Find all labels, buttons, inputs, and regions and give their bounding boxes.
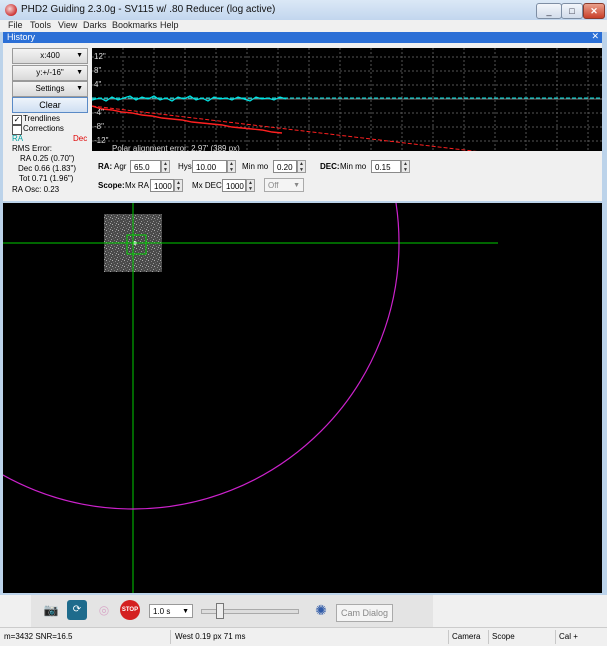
x-scale-label: x:400 bbox=[40, 51, 60, 60]
exposure-value: 1.0 s bbox=[153, 607, 171, 616]
max-dec-duration-input[interactable]: 1000 bbox=[222, 179, 246, 192]
ra-min-move-input[interactable]: 0.20 bbox=[273, 160, 297, 173]
dec-min-move-spinner[interactable]: ▲ ▼ bbox=[401, 160, 410, 173]
status-divider bbox=[488, 630, 489, 644]
corrections-label: Corrections bbox=[23, 124, 64, 133]
status-divider bbox=[555, 630, 556, 644]
status-bar: m=3432 SNR=16.5 West 0.19 px 71 ms Camer… bbox=[0, 627, 607, 646]
rms-total-value: Tot 0.71 (1.96") bbox=[19, 174, 74, 183]
bottom-toolbar: 📷 ⟳ ◎ STOP 1.0 s ▼ ✺ Cam Dialog bbox=[0, 595, 607, 627]
y-axis-label-neg12: -12" bbox=[94, 136, 109, 145]
history-graph: 12" 8" 4" -4" -8" -12" Polar alignment e… bbox=[92, 48, 602, 153]
minimize-button[interactable]: _ bbox=[536, 3, 562, 19]
max-dec-duration-spinner[interactable]: ▲ ▼ bbox=[246, 179, 255, 192]
clear-button[interactable]: Clear bbox=[12, 97, 88, 113]
guide-info-status: West 0.19 px 71 ms bbox=[175, 632, 246, 641]
y-scale-label: y:+/-16" bbox=[36, 68, 64, 77]
x-scale-button[interactable]: x:400 ▼ bbox=[12, 48, 88, 64]
loop-icon[interactable]: ⟳ bbox=[67, 600, 87, 620]
maximize-button[interactable]: □ bbox=[561, 3, 583, 19]
guide-target-icon[interactable]: ◎ bbox=[94, 600, 114, 620]
polar-alignment-text: Polar alignment error: 2.97' (389 px) bbox=[112, 144, 240, 153]
dec-guide-mode-value: Off bbox=[268, 181, 279, 190]
mx-dec-label: Mx DEC bbox=[192, 181, 222, 190]
max-ra-duration-spinner[interactable]: ▲ ▼ bbox=[174, 179, 183, 192]
calibration-status: Cal + bbox=[559, 632, 578, 641]
y-axis-label-neg4: -4" bbox=[94, 108, 104, 117]
rms-ra-value: RA 0.25 (0.70") bbox=[20, 154, 75, 163]
menu-help[interactable]: Help bbox=[160, 20, 179, 30]
dec-legend: Dec bbox=[73, 134, 88, 143]
ra-legend: RA bbox=[12, 134, 24, 143]
ra-osc-value: RA Osc: 0.23 bbox=[12, 185, 60, 194]
dec-min-move-input[interactable]: 0.15 bbox=[371, 160, 401, 173]
menu-file[interactable]: File bbox=[8, 20, 23, 30]
max-ra-duration-input[interactable]: 1000 bbox=[150, 179, 174, 192]
gamma-slider-thumb[interactable] bbox=[216, 603, 224, 619]
title-bar: PHD2 Guiding 2.3.0g - SV115 w/ .80 Reduc… bbox=[0, 0, 607, 20]
trendlines-label: Trendlines bbox=[23, 114, 61, 123]
camera-icon[interactable]: 📷 bbox=[41, 600, 61, 620]
camera-status: Camera bbox=[452, 632, 481, 641]
camera-view[interactable] bbox=[3, 203, 602, 593]
agr-label: Agr bbox=[114, 162, 127, 171]
chevron-down-icon: ▼ bbox=[76, 85, 83, 92]
ra-params-label: RA: bbox=[98, 162, 113, 171]
y-scale-button[interactable]: y:+/-16" ▼ bbox=[12, 65, 88, 81]
dec-params-label: DEC: bbox=[320, 162, 340, 171]
history-close-icon[interactable]: ✕ bbox=[591, 31, 599, 42]
menu-tools[interactable]: Tools bbox=[30, 20, 51, 30]
status-divider bbox=[448, 630, 449, 644]
y-axis-label-neg8: -8" bbox=[94, 122, 104, 131]
settings-label: Settings bbox=[35, 84, 65, 93]
scope-params-label: Scope: bbox=[98, 181, 125, 190]
graph-canvas bbox=[92, 48, 602, 151]
close-button[interactable]: ✕ bbox=[583, 3, 605, 19]
ra-aggression-spinner[interactable]: ▲ ▼ bbox=[161, 160, 170, 173]
hysteresis-input[interactable]: 10.00 bbox=[192, 160, 227, 173]
menu-bookmarks[interactable]: Bookmarks bbox=[112, 20, 157, 30]
toolbar-area: 📷 ⟳ ◎ STOP 1.0 s ▼ ✺ Cam Dialog bbox=[31, 595, 433, 627]
chevron-down-icon: ▼ bbox=[293, 182, 300, 189]
y-axis-label-12: 12" bbox=[94, 52, 106, 61]
menu-darks[interactable]: Darks bbox=[83, 20, 107, 30]
chevron-down-icon: ▼ bbox=[76, 52, 83, 59]
history-panel: x:400 ▼ y:+/-16" ▼ Settings ▼ Clear ✓ Tr… bbox=[3, 43, 602, 201]
trendlines-checkbox[interactable]: ✓ bbox=[12, 115, 22, 125]
rms-error-label: RMS Error: bbox=[12, 144, 52, 153]
y-axis-label-8: 8" bbox=[94, 66, 102, 75]
brain-icon[interactable]: ✺ bbox=[311, 600, 331, 620]
scope-status: Scope bbox=[492, 632, 515, 641]
window-title: PHD2 Guiding 2.3.0g - SV115 w/ .80 Reduc… bbox=[21, 4, 276, 15]
star-info-status: m=3432 SNR=16.5 bbox=[4, 632, 73, 641]
stop-icon[interactable]: STOP bbox=[120, 600, 140, 620]
chevron-down-icon: ▼ bbox=[182, 608, 189, 615]
settings-button[interactable]: Settings ▼ bbox=[12, 81, 88, 97]
camera-overlay bbox=[3, 203, 498, 593]
rms-dec-value: Dec 0.66 (1.83") bbox=[18, 164, 76, 173]
menu-view[interactable]: View bbox=[58, 20, 77, 30]
hysteresis-spinner[interactable]: ▲ ▼ bbox=[227, 160, 236, 173]
dec-guide-mode-select[interactable]: Off ▼ bbox=[264, 178, 304, 192]
y-axis-label-4: 4" bbox=[94, 80, 102, 89]
mx-ra-label: Mx RA bbox=[125, 181, 149, 190]
cam-dialog-button[interactable]: Cam Dialog bbox=[336, 604, 393, 622]
hys-label: Hys bbox=[178, 162, 192, 171]
history-title: History bbox=[7, 32, 36, 42]
dec-trace bbox=[92, 105, 283, 134]
ra-min-move-spinner[interactable]: ▲ ▼ bbox=[297, 160, 306, 173]
status-divider bbox=[170, 630, 171, 644]
chevron-down-icon: ▼ bbox=[76, 69, 83, 76]
polar-alignment-circle bbox=[3, 203, 400, 510]
history-pane-header: History ✕ bbox=[3, 31, 602, 43]
dec-minmo-label: Min mo bbox=[340, 162, 367, 171]
exposure-select[interactable]: 1.0 s ▼ bbox=[149, 604, 193, 618]
ra-minmo-label: Min mo bbox=[242, 162, 269, 171]
menu-bar: File Tools View Darks Bookmarks Help bbox=[0, 20, 607, 32]
app-icon bbox=[5, 4, 17, 16]
ra-aggression-input[interactable]: 65.0 bbox=[130, 160, 161, 173]
